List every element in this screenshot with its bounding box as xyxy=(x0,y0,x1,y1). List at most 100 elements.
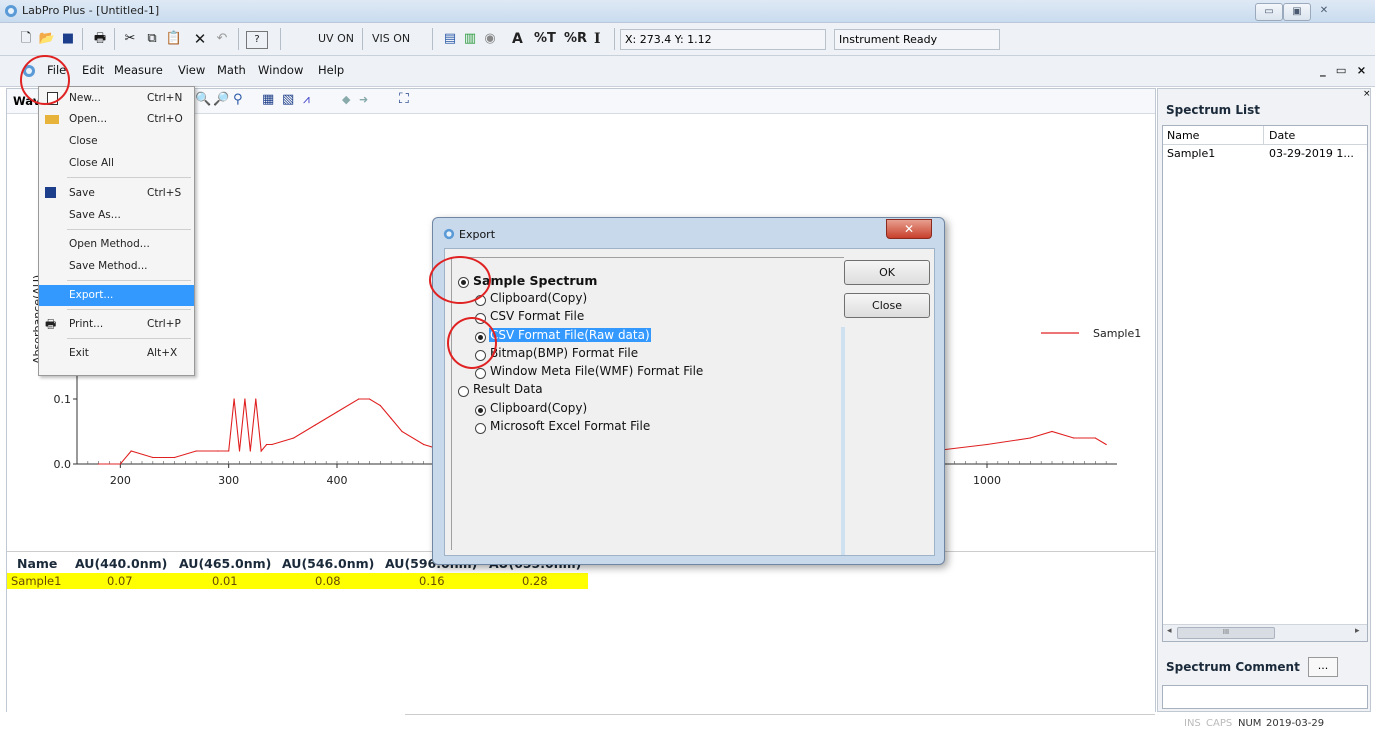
results-panel: Name AU(440.0nm) AU(465.0nm) AU(546.0nm)… xyxy=(7,551,1155,712)
paste-icon[interactable]: 📋 xyxy=(164,29,184,49)
close-window-button[interactable]: ✕ xyxy=(1311,3,1337,19)
maximize-button[interactable]: ▣ xyxy=(1283,3,1311,21)
menu-item-print[interactable]: 🖶 Print... Ctrl+P xyxy=(39,314,194,335)
save-icon[interactable]: ■ xyxy=(58,29,78,49)
menu-item-close-all[interactable]: Close All xyxy=(39,153,194,174)
menu-view[interactable]: View xyxy=(178,63,205,77)
new-file-icon[interactable]: 🗋 xyxy=(16,29,36,49)
menu-item-open[interactable]: Open... Ctrl+O xyxy=(39,109,194,130)
scroll-right-icon[interactable]: ▸ xyxy=(1355,626,1360,636)
data-point xyxy=(249,450,251,452)
comment-field[interactable] xyxy=(1162,685,1368,709)
column-name[interactable]: Name xyxy=(1167,129,1199,142)
menu-math[interactable]: Math xyxy=(217,63,246,77)
list-item-name: Sample1 xyxy=(1167,147,1216,160)
peak-pick-icon[interactable]: ⩘ xyxy=(303,92,310,107)
caps-indicator: CAPS xyxy=(1206,718,1233,729)
data-point xyxy=(130,450,132,452)
frame-edge xyxy=(841,327,845,555)
horizontal-scrollbar[interactable]: ◂ III ▸ xyxy=(1163,624,1367,641)
absorbance-mode-button[interactable]: A xyxy=(508,29,527,49)
help-icon[interactable]: ? xyxy=(246,31,268,49)
stop-icon[interactable]: ◉ xyxy=(480,29,500,49)
list-header: Name Date xyxy=(1163,126,1367,145)
menu-item-export[interactable]: Export... xyxy=(39,285,194,306)
open-folder-icon[interactable]: 📂 xyxy=(37,29,57,49)
dialog-title: Export xyxy=(459,228,496,241)
radio-result-data[interactable] xyxy=(458,386,469,397)
toolbar-separator xyxy=(432,28,433,50)
cuvette-icon[interactable]: ▤ xyxy=(440,29,460,49)
data-point xyxy=(390,417,392,420)
radio-result-clipboard[interactable] xyxy=(475,405,486,416)
sample-icon[interactable]: ▥ xyxy=(460,29,480,49)
table-row[interactable]: Sample1 0.07 0.01 0.08 0.16 0.28 xyxy=(7,573,588,589)
data-point xyxy=(119,463,121,465)
dialog-close-icon[interactable]: ✕ xyxy=(886,219,932,239)
close-button[interactable]: Close xyxy=(844,293,930,318)
result-au546: 0.08 xyxy=(315,574,341,588)
result-au655: 0.28 xyxy=(522,574,548,588)
window-title: LabPro Plus - [Untitled-1] xyxy=(22,4,160,17)
prev-arrow-icon[interactable]: ◆ xyxy=(342,93,350,106)
menu-measure[interactable]: Measure xyxy=(114,63,163,77)
overlay-icon[interactable]: ▦ xyxy=(262,92,274,107)
list-item[interactable]: Sample1 03-29-2019 1... xyxy=(1163,146,1367,162)
menu-edit[interactable]: Edit xyxy=(82,63,104,77)
annotation-circle xyxy=(429,256,491,304)
next-arrow-icon[interactable]: ➜ xyxy=(359,93,368,106)
delete-icon[interactable]: ✕ xyxy=(190,29,210,49)
undo-icon[interactable]: ↶ xyxy=(212,29,232,49)
comment-edit-button[interactable]: ... xyxy=(1308,657,1338,677)
instrument-status: Instrument Ready xyxy=(834,29,1000,50)
dialog-body: Sample Spectrum Clipboard(Copy) CSV Form… xyxy=(444,248,935,556)
zoom-y-icon[interactable]: ⚲ xyxy=(233,92,243,107)
annotation-circle xyxy=(20,55,70,105)
column-date[interactable]: Date xyxy=(1269,129,1295,142)
data-point xyxy=(233,398,235,400)
cut-icon[interactable]: ✂ xyxy=(120,29,140,49)
menu-item-save[interactable]: Save Ctrl+S xyxy=(39,183,194,204)
result-au596: 0.16 xyxy=(419,574,445,588)
menu-item-save-as[interactable]: Save As... xyxy=(39,205,194,226)
menu-item-exit[interactable]: Exit Alt+X xyxy=(39,343,194,364)
x-tick-label: 1000 xyxy=(973,474,1001,487)
data-point xyxy=(265,443,268,446)
chart-settings-icon[interactable]: ⛶ xyxy=(399,91,409,107)
data-point xyxy=(358,398,360,400)
vis-on-button[interactable]: VIS ON xyxy=(368,29,414,49)
scroll-left-icon[interactable]: ◂ xyxy=(1167,626,1172,636)
y-tick-label: 0.0 xyxy=(54,458,72,471)
menu-separator xyxy=(67,338,191,339)
scroll-thumb[interactable]: III xyxy=(1177,627,1275,639)
copy-icon[interactable]: ⧉ xyxy=(142,29,162,49)
menu-help[interactable]: Help xyxy=(318,63,344,77)
num-indicator: NUM xyxy=(1238,718,1262,729)
result-au440: 0.07 xyxy=(107,574,133,588)
app-icon xyxy=(5,5,17,17)
mdi-window-controls[interactable]: _ ▭ × xyxy=(1320,63,1369,77)
panel-close-icon[interactable]: × xyxy=(1363,89,1371,99)
menu-item-open-method[interactable]: Open Method... xyxy=(39,234,194,255)
ok-button[interactable]: OK xyxy=(844,260,930,285)
radio-wmf[interactable] xyxy=(475,368,486,379)
radio-excel[interactable] xyxy=(475,423,486,434)
intensity-mode-button[interactable]: I xyxy=(590,29,605,49)
zoom-out-icon[interactable]: 🔎 xyxy=(213,92,229,107)
menu-item-save-method[interactable]: Save Method... xyxy=(39,256,194,277)
stack-icon[interactable]: ▧ xyxy=(282,92,294,107)
menu-window[interactable]: Window xyxy=(258,63,303,77)
uv-on-button[interactable]: UV ON xyxy=(314,29,358,49)
print-icon[interactable]: 🖶 xyxy=(90,29,110,49)
minimize-button[interactable]: ▭ xyxy=(1255,3,1283,21)
data-point xyxy=(238,450,241,452)
data-point xyxy=(368,398,371,400)
transmittance-mode-button[interactable]: %T xyxy=(530,29,560,49)
label-excel: Microsoft Excel Format File xyxy=(490,419,651,433)
label-clipboard: Clipboard(Copy) xyxy=(490,291,588,305)
menu-item-close[interactable]: Close xyxy=(39,131,194,152)
data-point xyxy=(1094,437,1096,439)
reflectance-mode-button[interactable]: %R xyxy=(560,29,591,49)
zoom-in-icon[interactable]: 🔍 xyxy=(195,92,211,107)
save-icon xyxy=(45,187,56,198)
